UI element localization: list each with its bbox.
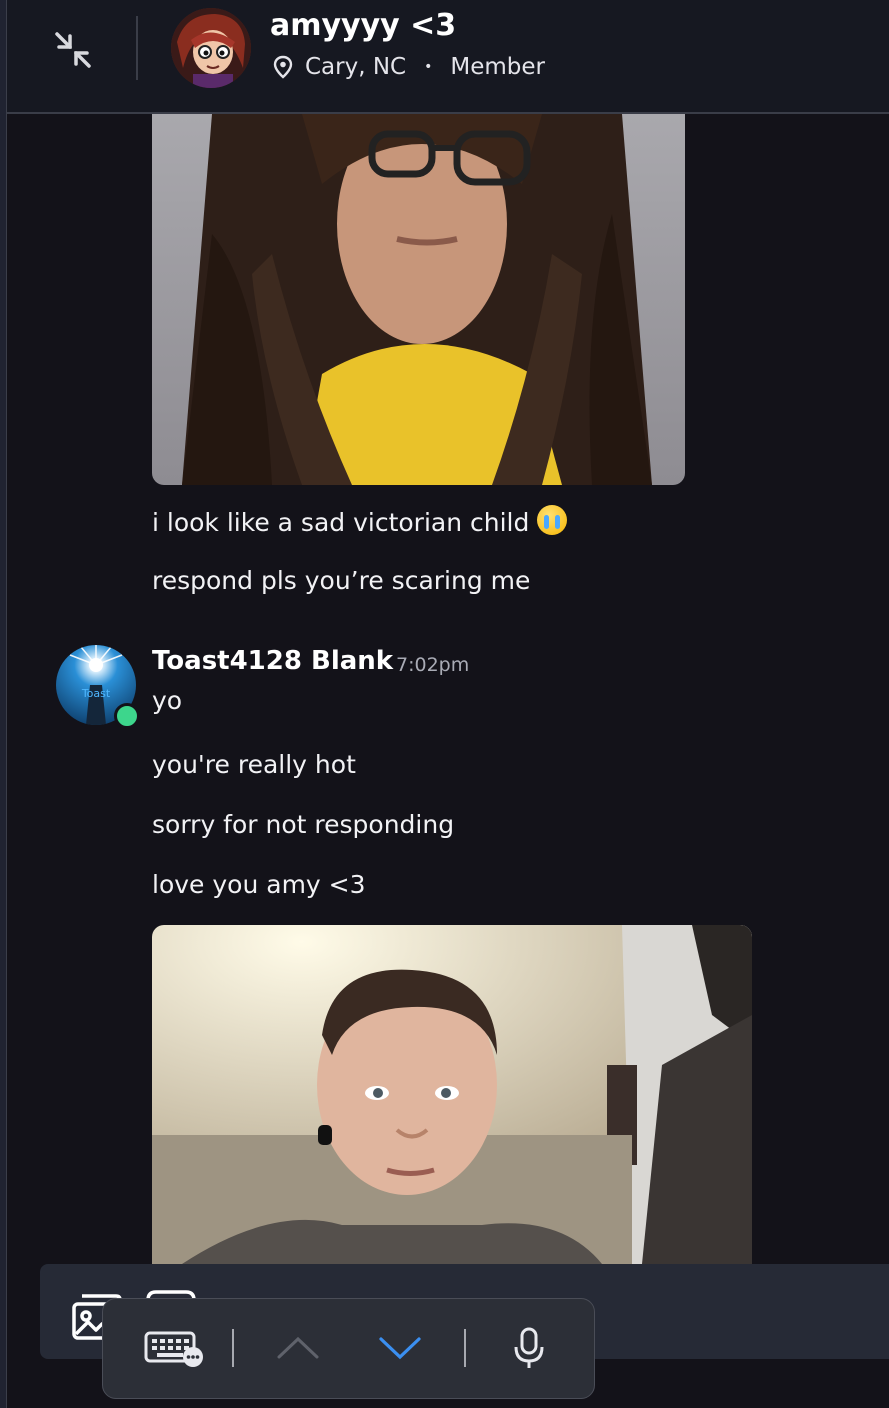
- chevron-up-icon: [277, 1336, 319, 1359]
- toolbar-divider: [464, 1329, 466, 1367]
- next-field-button[interactable]: [377, 1325, 423, 1371]
- svg-text:Toast: Toast: [81, 687, 111, 700]
- avatar[interactable]: [171, 8, 251, 88]
- online-status-indicator: [114, 703, 140, 729]
- chevron-down-icon: [379, 1337, 421, 1360]
- collapse-icon: [55, 32, 91, 68]
- collapse-button[interactable]: [51, 28, 95, 72]
- keyboard-icon: [144, 1331, 203, 1367]
- previous-field-button[interactable]: [275, 1325, 321, 1371]
- contact-role: Member: [450, 54, 545, 80]
- conversation-header: amyyyy <3 Cary, NC • Member: [7, 0, 889, 114]
- window-edge: [0, 0, 7, 1408]
- message-text: yo: [152, 686, 183, 715]
- location-pin-icon: [273, 55, 293, 79]
- message-text: you're really hot: [152, 750, 356, 779]
- header-divider: [136, 16, 138, 80]
- shared-photo[interactable]: [152, 925, 752, 1264]
- contact-meta: Cary, NC • Member: [273, 54, 545, 80]
- shared-photo[interactable]: [152, 114, 685, 485]
- loudly-crying-face-icon: [537, 505, 568, 535]
- microphone-icon: [514, 1327, 544, 1368]
- sender-name[interactable]: Toast4128 Blank: [152, 646, 393, 676]
- keyboard-dismiss-button[interactable]: [143, 1325, 205, 1371]
- message-text: sorry for not responding: [152, 810, 455, 839]
- dictation-button[interactable]: [511, 1325, 547, 1371]
- message-text: love you amy <3: [152, 870, 366, 899]
- keyboard-accessory-toolbar: [102, 1298, 595, 1399]
- toolbar-divider: [232, 1329, 234, 1367]
- message-timestamp: 7:02pm: [396, 654, 470, 676]
- contact-location: Cary, NC: [305, 54, 407, 80]
- contact-name: amyyyy <3: [270, 8, 457, 43]
- message-text: respond pls you’re scaring me: [152, 566, 531, 595]
- meta-separator: •: [424, 59, 433, 75]
- message-text: i look like a sad victorian child: [152, 505, 568, 537]
